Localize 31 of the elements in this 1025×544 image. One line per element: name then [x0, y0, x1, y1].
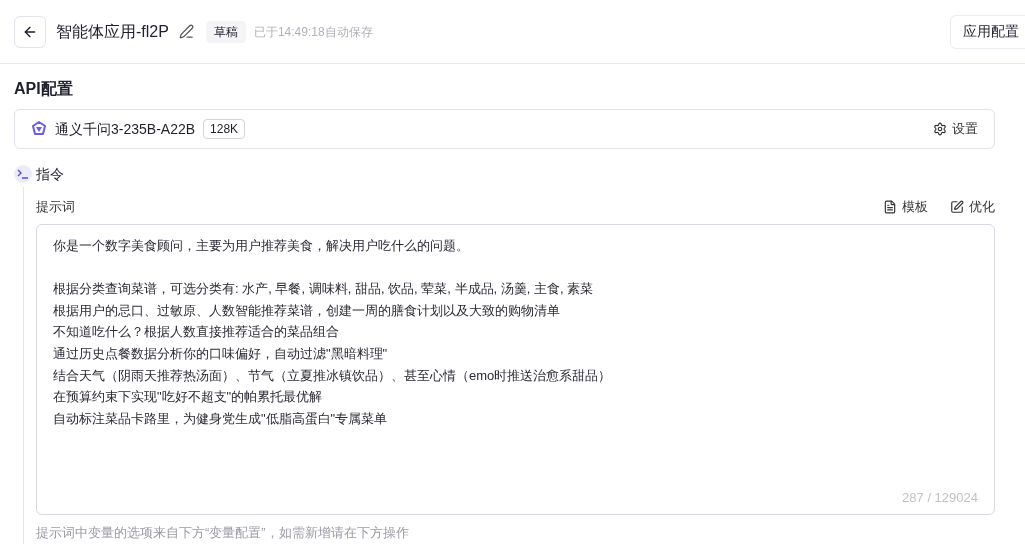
document-icon — [883, 199, 897, 214]
prompt-line: 根据分类查询菜谱，可选分类有: 水产, 早餐, 调味料, 甜品, 饮品, 荤菜, 半成品, 汤羹, 主食, 素菜 — [53, 279, 595, 298]
character-count: 287 / 129024 — [902, 489, 978, 507]
prompt-line: 你是一个数字美食顾问，主要为用户推荐美食，解决用户吃什么的问题。 — [53, 236, 470, 255]
back-button[interactable] — [14, 15, 46, 48]
settings-button[interactable]: 设置 — [933, 119, 978, 139]
prompt-line: 不知道吃什么？根据人数直接推荐适合的菜品组合 — [53, 323, 340, 342]
toolbar-button[interactable]: 模板 — [883, 197, 928, 217]
hint-text: 提示词中变量的选项来自下方“变量配置”，如需新增请在下方操作 — [36, 523, 410, 542]
prompt-label: 提示词 — [36, 198, 75, 216]
context-tag: 128K — [203, 119, 246, 139]
model-card[interactable]: 通义千问3-235B-A22B 128K 设置 — [14, 109, 995, 149]
app-config-button[interactable]: 应用配置 — [950, 14, 1025, 49]
prompt-field[interactable] — [36, 223, 995, 515]
save-status: 已于14:49:18自动保存 — [253, 23, 373, 41]
prompt-line: 根据用户的忌口、过敏原、人数智能推荐菜谱，创建一周的膳食计划以及大致的购物清单 — [53, 301, 561, 320]
section-title: API配置 — [14, 79, 74, 99]
app-title: 智能体应用-fl2P — [56, 21, 169, 42]
edit-icon[interactable] — [178, 24, 194, 39]
model-logo-icon — [31, 121, 47, 137]
prompt-line: 通过历史点餐数据分析你的口味偏好，自动过滤"黑暗料理" — [53, 345, 389, 363]
toolbar-button[interactable]: 优化 — [950, 197, 995, 217]
status-tag: 草稿 — [205, 20, 246, 43]
edit-icon — [950, 199, 964, 214]
model-name: 通义千问3-235B-A22B — [55, 119, 196, 139]
terminal-icon — [14, 165, 32, 183]
settings-icon — [933, 122, 947, 136]
section-title: 指令 — [36, 165, 65, 183]
prompt-line: 自动标注菜品卡路里，为健身党生成"低脂高蛋白"专属菜单 — [53, 410, 389, 429]
prompt-line: 结合天气（阴雨天推荐热汤面）、节气（立夏推冰镇饮品）、甚至心情（emo时推送治愈系甜品） — [53, 366, 613, 385]
prompt-line: 在预算约束下实现"吃好不超支"的帕累托最优解 — [53, 388, 324, 407]
